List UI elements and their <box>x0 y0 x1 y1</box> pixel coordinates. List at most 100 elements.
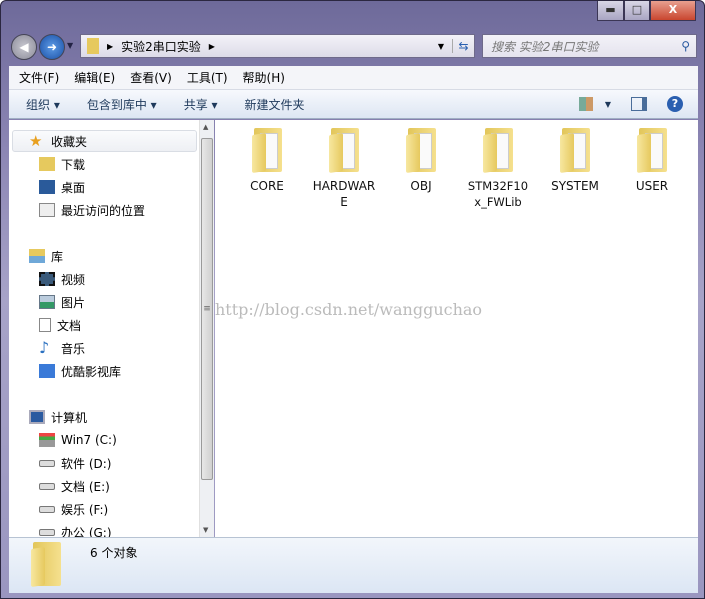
folder-item[interactable]: USER <box>616 128 688 194</box>
folder-icon <box>29 542 63 587</box>
youku-library-icon <box>39 364 55 378</box>
nav-recent-places[interactable]: 最近访问的位置 <box>39 200 145 220</box>
search-icon[interactable]: ⚲ <box>681 39 690 53</box>
nav-label: 办公 (G:) <box>61 525 112 538</box>
nav-pictures[interactable]: 图片 <box>39 292 85 312</box>
nav-documents[interactable]: 文档 <box>39 315 81 335</box>
system-drive-icon <box>39 433 55 447</box>
menu-help[interactable]: 帮助(H) <box>243 69 285 86</box>
folder-item[interactable]: CORE <box>231 128 303 194</box>
file-list: CORE HARDWARE OBJ STM32F10x_FWLib SYSTEM… <box>215 120 698 537</box>
recent-places-icon <box>39 203 55 217</box>
folder-item[interactable]: OBJ <box>385 128 457 194</box>
nav-label: 优酷影视库 <box>61 364 122 379</box>
document-icon <box>39 318 51 332</box>
nav-drive-e[interactable]: 文档 (E:) <box>39 476 110 496</box>
view-dropdown-icon[interactable]: ▼ <box>605 100 611 109</box>
menu-tools[interactable]: 工具(T) <box>187 69 228 86</box>
folder-icon <box>404 128 438 173</box>
nav-label: 收藏夹 <box>51 134 88 149</box>
watermark: http://blog.csdn.net/wangguchao <box>215 300 483 319</box>
star-icon: ★ <box>29 132 43 150</box>
preview-pane-icon[interactable] <box>631 97 647 111</box>
nav-label: 视频 <box>61 272 86 287</box>
new-folder-button[interactable]: 新建文件夹 <box>245 96 305 113</box>
refresh-icon[interactable]: ⇆ <box>452 39 474 53</box>
help-icon[interactable]: ? <box>667 96 683 112</box>
music-icon: ♪ <box>39 338 50 357</box>
search-input[interactable]: 搜索 实验2串口实验 ⚲ <box>482 34 697 58</box>
nav-desktop[interactable]: 桌面 <box>39 177 85 197</box>
nav-label: 图片 <box>61 295 86 310</box>
video-icon <box>39 272 55 286</box>
nav-label: 文档 <box>57 318 82 333</box>
drive-icon <box>39 482 55 490</box>
nav-computer[interactable]: 计算机 <box>29 407 87 427</box>
nav-label: 桌面 <box>61 180 86 195</box>
command-bar: 组织 ▾ 包含到库中 ▾ 共享 ▾ 新建文件夹 ▼ ? <box>9 90 698 119</box>
folder-item[interactable]: SYSTEM <box>539 128 611 194</box>
recent-pages-dropdown[interactable]: ▼ <box>67 41 73 50</box>
breadcrumb-current[interactable]: 实验2串口实验 <box>121 38 201 55</box>
minimize-button[interactable]: ▬ <box>597 1 624 21</box>
item-count: 6 个对象 <box>90 546 138 560</box>
details-pane: 6 个对象 <box>9 537 698 593</box>
nav-scrollbar[interactable]: ▲ ≡ ▼ <box>199 120 214 537</box>
drive-icon <box>39 528 55 536</box>
picture-icon <box>39 295 55 309</box>
maximize-button[interactable]: □ <box>624 1 650 21</box>
folder-label: CORE <box>250 179 284 193</box>
computer-icon <box>29 410 45 424</box>
nav-label: 计算机 <box>51 410 88 425</box>
nav-favorites[interactable]: ★ 收藏夹 <box>29 131 87 151</box>
back-button[interactable]: ◀ <box>11 34 37 60</box>
nav-drive-g[interactable]: 办公 (G:) <box>39 522 112 537</box>
nav-drive-c[interactable]: Win7 (C:) <box>39 430 117 450</box>
folder-icon <box>250 128 284 173</box>
library-icon <box>29 249 45 263</box>
nav-drive-d[interactable]: 软件 (D:) <box>39 453 111 473</box>
folder-label: USER <box>635 179 669 193</box>
desktop-icon <box>39 180 55 194</box>
menu-file[interactable]: 文件(F) <box>19 69 59 86</box>
nav-youku-library[interactable]: 优酷影视库 <box>39 361 121 381</box>
folder-label: HARDWARE <box>312 179 376 209</box>
nav-downloads[interactable]: 下载 <box>39 154 85 174</box>
breadcrumb-separator-icon[interactable]: ▶ <box>209 42 215 51</box>
nav-music[interactable]: ♪ 音乐 <box>39 338 85 358</box>
menu-bar: 文件(F) 编辑(E) 查看(V) 工具(T) 帮助(H) <box>9 66 698 90</box>
nav-label: 娱乐 (F:) <box>61 502 109 517</box>
menu-edit[interactable]: 编辑(E) <box>74 69 115 86</box>
address-bar[interactable]: ▶ 实验2串口实验 ▶ ▼ ⇆ <box>80 34 475 58</box>
drive-icon <box>39 505 55 513</box>
nav-label: Win7 (C:) <box>61 433 117 447</box>
folder-icon <box>635 128 669 173</box>
folder-label: STM32F10x_FWLib <box>467 179 529 209</box>
drive-icon <box>39 459 55 467</box>
scroll-down-arrow[interactable]: ▼ <box>203 526 208 534</box>
nav-libraries[interactable]: 库 <box>29 246 63 266</box>
view-options-icon[interactable] <box>578 97 593 111</box>
breadcrumb-separator-icon[interactable]: ▶ <box>107 42 113 51</box>
scroll-up-arrow[interactable]: ▲ <box>203 123 208 131</box>
nav-videos[interactable]: 视频 <box>39 269 85 289</box>
downloads-icon <box>39 157 55 171</box>
organize-button[interactable]: 组织 ▾ <box>26 96 60 113</box>
nav-label: 音乐 <box>61 341 86 356</box>
menu-view[interactable]: 查看(V) <box>130 69 172 86</box>
scroll-thumb[interactable]: ≡ <box>201 138 213 480</box>
include-in-library-button[interactable]: 包含到库中 ▾ <box>87 96 157 113</box>
nav-label: 下载 <box>61 157 86 172</box>
forward-button[interactable]: ➜ <box>39 34 65 60</box>
folder-label: SYSTEM <box>551 179 599 193</box>
folder-icon <box>87 38 99 54</box>
share-button[interactable]: 共享 ▾ <box>184 96 218 113</box>
folder-item[interactable]: HARDWARE <box>308 128 380 210</box>
navigation-pane: ★ 收藏夹 下载 桌面 最近访问的位置 库 视频 图片 文档 ♪ 音乐 优酷影视库 … <box>9 120 199 537</box>
folder-label: OBJ <box>410 179 432 193</box>
nav-drive-f[interactable]: 娱乐 (F:) <box>39 499 108 519</box>
folder-item[interactable]: STM32F10x_FWLib <box>462 128 534 210</box>
address-dropdown-icon[interactable]: ▼ <box>438 42 444 51</box>
close-button[interactable]: X <box>650 1 696 21</box>
folder-icon <box>558 128 592 173</box>
